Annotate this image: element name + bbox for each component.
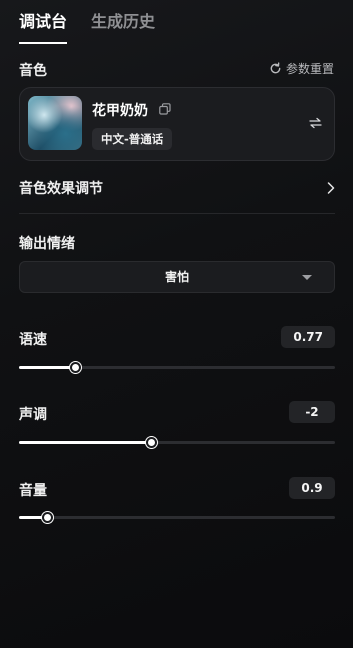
pitch-slider-handle[interactable] bbox=[146, 437, 158, 448]
reset-params-button[interactable]: 参数重置 bbox=[269, 60, 334, 77]
speed-slider[interactable] bbox=[19, 362, 335, 373]
volume-value-input[interactable]: 0.9 bbox=[289, 477, 335, 499]
pitch-slider[interactable] bbox=[19, 437, 335, 448]
volume-slider[interactable] bbox=[19, 512, 335, 523]
emotion-selected-value: 害怕 bbox=[164, 270, 189, 284]
speed-label: 语速 bbox=[19, 332, 47, 348]
pitch-value-input[interactable]: -2 bbox=[289, 401, 335, 423]
copy-icon[interactable] bbox=[159, 103, 171, 115]
caret-down-icon bbox=[302, 275, 312, 280]
speed-value-input[interactable]: 0.77 bbox=[281, 326, 335, 348]
speed-slider-handle[interactable] bbox=[70, 362, 82, 373]
pitch-slider-fill bbox=[19, 441, 152, 444]
refresh-icon bbox=[270, 62, 281, 74]
language-badge: 中文-普通话 bbox=[92, 128, 173, 150]
volume-label: 音量 bbox=[19, 483, 47, 499]
swap-icon[interactable] bbox=[309, 117, 322, 129]
voice-effect-row[interactable]: 音色效果调节 bbox=[19, 178, 335, 198]
emotion-select[interactable]: 害怕 bbox=[19, 261, 335, 293]
voice-avatar bbox=[28, 96, 82, 150]
volume-slider-handle[interactable] bbox=[41, 512, 53, 523]
divider bbox=[19, 213, 335, 214]
voice-name: 花甲奶奶 bbox=[92, 103, 148, 119]
voice-effect-label: 音色效果调节 bbox=[19, 181, 103, 197]
tab-bar: 调试台 生成历史 bbox=[19, 8, 155, 44]
tab-debug-console[interactable]: 调试台 bbox=[19, 8, 68, 44]
voice-card[interactable]: 花甲奶奶 中文-普通话 bbox=[19, 87, 335, 161]
voice-section-title: 音色 bbox=[19, 63, 47, 79]
reset-params-label: 参数重置 bbox=[285, 62, 334, 76]
emotion-section-title: 输出情绪 bbox=[19, 236, 75, 252]
chevron-right-icon bbox=[327, 182, 335, 194]
speed-slider-fill bbox=[19, 366, 76, 369]
tab-generation-history[interactable]: 生成历史 bbox=[91, 8, 155, 44]
pitch-label: 声调 bbox=[19, 407, 47, 423]
